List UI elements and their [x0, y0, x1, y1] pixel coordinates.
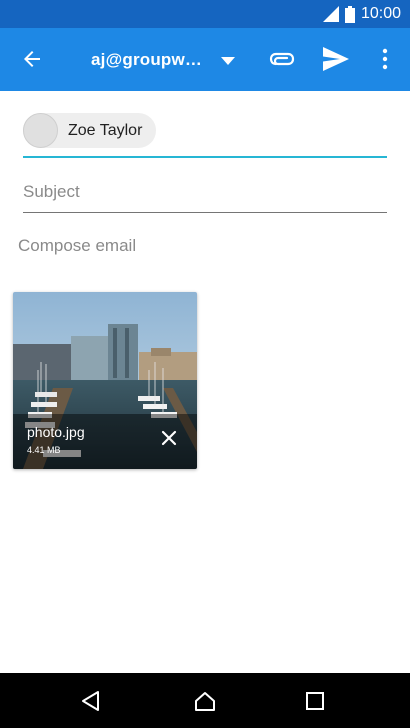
app-bar: aj@groupw… [0, 28, 410, 91]
compose-body-field[interactable] [18, 236, 388, 276]
recipient-name: Zoe Taylor [68, 122, 143, 139]
from-account-selector[interactable]: aj@groupw… [91, 50, 202, 70]
subject-field-container [23, 172, 387, 213]
subject-field[interactable] [23, 172, 387, 212]
to-field[interactable]: Zoe Taylor [23, 110, 387, 158]
remove-attachment-icon[interactable] [161, 430, 177, 446]
more-options-icon[interactable] [379, 47, 391, 71]
body-field-container [18, 236, 388, 276]
battery-icon [344, 5, 355, 23]
attachment-card[interactable]: photo.jpg 4.41 MB [13, 292, 197, 469]
send-icon[interactable] [323, 47, 349, 71]
system-nav-bar [0, 673, 410, 728]
nav-back-icon[interactable] [80, 690, 102, 712]
nav-home-icon[interactable] [194, 690, 216, 712]
compose-screen: 10:00 aj@groupw… Zoe Taylor Subject Comp… [0, 0, 410, 728]
attach-icon[interactable] [269, 47, 295, 71]
nav-recents-icon[interactable] [304, 690, 326, 712]
attachment-file-size: 4.41 MB [27, 445, 61, 455]
dropdown-arrow-icon[interactable] [221, 57, 235, 65]
recipient-chip[interactable]: Zoe Taylor [23, 113, 157, 148]
attachment-file-name: photo.jpg [27, 424, 85, 440]
avatar [23, 113, 58, 148]
signal-icon [322, 6, 339, 22]
status-bar: 10:00 [0, 0, 410, 28]
status-time: 10:00 [360, 5, 401, 22]
back-arrow-icon[interactable] [20, 47, 44, 71]
